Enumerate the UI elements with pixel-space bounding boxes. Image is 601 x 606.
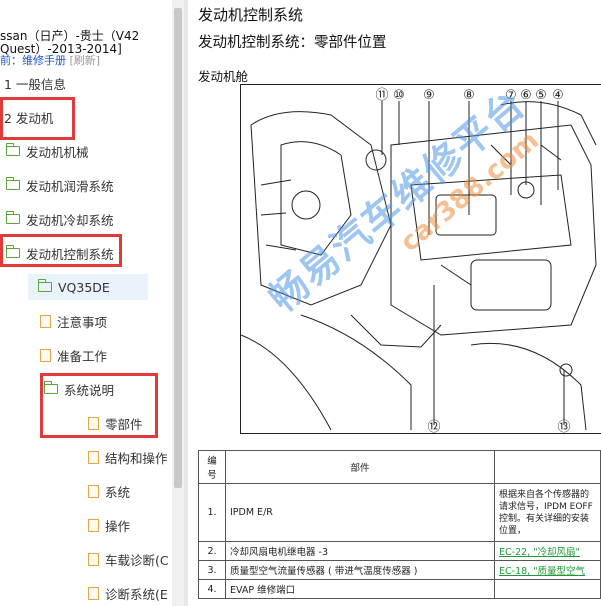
table-row: 4. EVAP 维修端口 [198, 579, 601, 599]
scrollbar-thumb[interactable] [174, 8, 182, 488]
navigation-panel: ssan（日产）-贵士（V42 Quest）-2013-2014] 前：维修手册… [0, 0, 172, 606]
callout-7: ⑦ [505, 88, 517, 103]
manual-link[interactable]: 维修手册 [22, 54, 66, 67]
tree-item-label: 1 一般信息 [4, 76, 66, 92]
column-header-number: 编号 [198, 450, 226, 484]
tree-item-operation[interactable]: 操作 [88, 512, 130, 538]
callout-10: ⑩ [393, 88, 405, 103]
callout-12: ⑫ [427, 420, 440, 434]
highlight-box-components [40, 373, 158, 438]
row-number: 4. [198, 579, 226, 599]
row-number: 1. [198, 483, 226, 542]
tree-item-precautions[interactable]: 注意事项 [40, 308, 107, 334]
highlight-box-engine-control [0, 234, 122, 267]
tree-item-label: 操作 [105, 518, 131, 534]
panel-divider[interactable] [184, 0, 188, 606]
folder-icon [5, 211, 20, 224]
callout-4: ④ [552, 88, 564, 103]
engine-bay-diagram: ⑪ ⑩ ⑨ ⑧ ⑦ ⑥ ⑤ ④ ⑫ ⑬ [240, 84, 601, 434]
tree-item-vq35de[interactable]: VQ35DE [28, 274, 148, 300]
tree-item-structure-operation[interactable]: 结构和操作 [88, 444, 168, 470]
tree-item-label: 准备工作 [57, 348, 108, 364]
tree-item-label: 诊断系统(E [105, 586, 168, 602]
row-part: 质量型空气流量传感器 ( 带进气温度传感器 ) [225, 560, 495, 580]
page-subtitle: 发动机控制系统：零部件位置 [198, 35, 387, 51]
tree-item-general-info[interactable]: 1 一般信息 [4, 70, 66, 96]
tree-item-label: 发动机润滑系统 [26, 178, 114, 194]
table-row: 2. 冷却风扇电机继电器 -3 EC-22, "冷却风扇" [198, 541, 601, 561]
row-part: IPDM E/R [225, 483, 495, 542]
table-header-row: 编号 部件 [198, 450, 601, 484]
tree-item-label: 发动机冷却系统 [26, 212, 114, 228]
document-icon [88, 552, 99, 566]
document-icon [88, 484, 99, 498]
tree-item-label: 系统 [105, 484, 131, 500]
callout-6: ⑥ [520, 88, 532, 103]
breadcrumb: 前：维修手册 [刷新] [0, 52, 100, 68]
row-part: 冷却风扇电机继电器 -3 [225, 541, 495, 561]
tree-item-label: VQ35DE [58, 279, 110, 295]
column-header-part: 部件 [225, 450, 495, 484]
document-icon [88, 586, 99, 600]
engine-bay-drawing: ⑪ ⑩ ⑨ ⑧ ⑦ ⑥ ⑤ ④ ⑫ ⑬ [241, 88, 597, 434]
document-icon [40, 348, 51, 362]
tree-item-engine-lubrication[interactable]: 发动机润滑系统 [5, 172, 114, 198]
tree-item-label: 注意事项 [57, 314, 108, 330]
folder-icon [5, 143, 20, 156]
callout-11: ⑪ [375, 88, 388, 103]
page-title: 发动机控制系统 [198, 6, 304, 24]
tree-item-obd[interactable]: 车载诊断(C [88, 546, 169, 572]
section-label: 发动机舱 [198, 69, 249, 84]
tree-item-engine-mechanical[interactable]: 发动机机械 [5, 138, 89, 164]
tree-item-label: 结构和操作 [105, 450, 168, 466]
column-header-description [494, 450, 601, 484]
refresh-link[interactable]: [刷新] [70, 54, 101, 67]
row-part: EVAP 维修端口 [225, 579, 495, 599]
document-icon [40, 314, 51, 328]
row-number: 3. [198, 560, 226, 580]
callout-5: ⑤ [535, 88, 547, 103]
tree-item-diagnosis-system[interactable]: 诊断系统(E [88, 580, 168, 606]
callout-8: ⑧ [463, 88, 475, 103]
row-number: 2. [198, 541, 226, 561]
document-icon [88, 518, 99, 532]
content-panel: 发动机控制系统 发动机控制系统：零部件位置 发动机舱 ⑪ ⑩ ⑨ ⑧ ⑦ ⑥ ⑤… [190, 0, 601, 606]
highlight-box-engine [0, 97, 75, 140]
tree-item-label: 发动机机械 [26, 144, 89, 160]
cross-reference-link[interactable]: EC-18, "质量型空气 [499, 566, 585, 577]
callout-9: ⑨ [423, 88, 435, 103]
callout-13: ⑬ [557, 420, 570, 434]
row-description [494, 579, 601, 599]
tree-item-engine-cooling[interactable]: 发动机冷却系统 [5, 206, 114, 232]
table-row: 3. 质量型空气流量传感器 ( 带进气温度传感器 ) EC-18, "质量型空气 [198, 560, 601, 580]
cross-reference-link[interactable]: EC-22, "冷却风扇" [499, 547, 580, 558]
tree-item-label: 车载诊断(C [105, 552, 169, 568]
table-row: 1. IPDM E/R 根据来自各个传感器的请求信号，IPDM EOFF 控制。… [198, 483, 601, 542]
parts-table: 编号 部件 1. IPDM E/R 根据来自各个传感器的请求信号，IPDM EO… [198, 450, 601, 599]
document-icon [88, 450, 99, 464]
tree-item-preparation[interactable]: 准备工作 [40, 342, 107, 368]
folder-icon [37, 279, 52, 292]
folder-icon [5, 177, 20, 190]
tree-item-system[interactable]: 系统 [88, 478, 130, 504]
row-description: 根据来自各个传感器的请求信号，IPDM EOFF 控制。有关详细的安装位置， [494, 483, 601, 542]
breadcrumb-prefix: 前： [0, 54, 22, 67]
